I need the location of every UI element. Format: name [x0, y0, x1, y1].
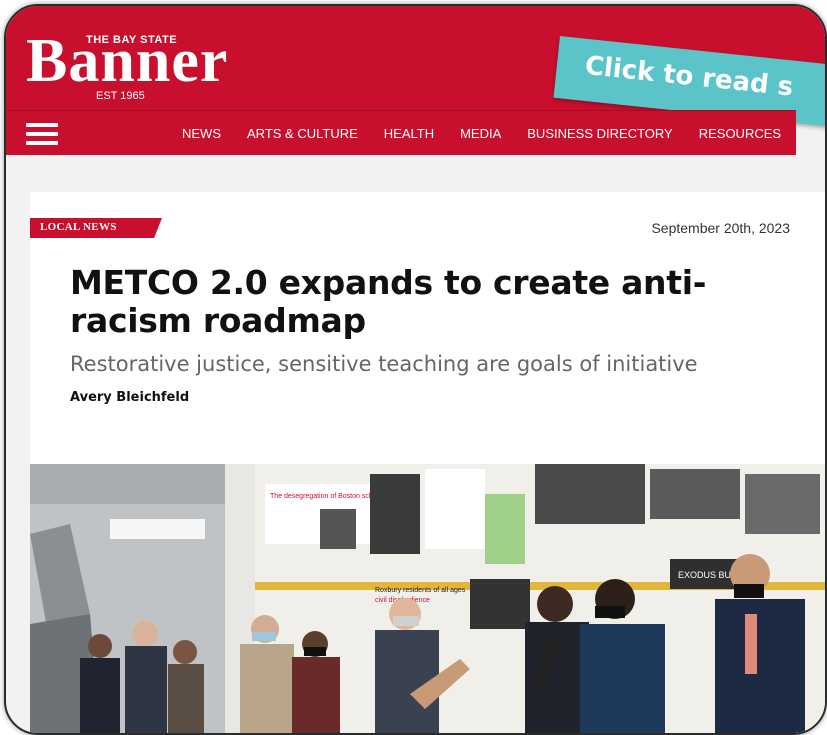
- category-tag[interactable]: LOCAL NEWS: [30, 218, 162, 238]
- svg-text:The desegregation of Boston sc: The desegregation of Boston schools: [270, 493, 386, 500]
- nav-item-news[interactable]: NEWS: [182, 126, 221, 141]
- nav-item-resources[interactable]: RESOURCES: [699, 126, 781, 141]
- article-author[interactable]: Avery Bleichfeld: [70, 390, 189, 405]
- site-header: Banner THE BAY STATE EST 1965 Click to r…: [6, 6, 825, 130]
- publish-date: September 20th, 2023: [651, 220, 790, 236]
- nav-item-business-directory[interactable]: BUSINESS DIRECTORY: [527, 126, 672, 141]
- category-label: LOCAL NEWS: [40, 221, 117, 233]
- browser-frame: Banner THE BAY STATE EST 1965 Click to r…: [4, 4, 827, 735]
- logo-established: EST 1965: [96, 90, 145, 102]
- article-subheadline: Restorative justice, sensitive teaching …: [70, 352, 698, 376]
- nav-item-media[interactable]: MEDIA: [460, 126, 501, 141]
- logo-tagline: THE BAY STATE: [86, 34, 178, 46]
- article-header-card: LOCAL NEWS September 20th, 2023 METCO 2.…: [30, 192, 825, 464]
- svg-text:EXODUS BUS: EXODUS BUS: [678, 570, 737, 580]
- svg-text:Roxbury residents of all ages: Roxbury residents of all ages: [375, 587, 466, 594]
- hamburger-icon[interactable]: [26, 123, 58, 145]
- nav-item-health[interactable]: HEALTH: [384, 126, 434, 141]
- press-event-photo-illustration: The desegregation of Boston schools EXOD…: [30, 464, 825, 733]
- article-headline: METCO 2.0 expands to create anti-racism …: [70, 263, 707, 340]
- main-nav: NEWS ARTS & CULTURE HEALTH MEDIA BUSINES…: [6, 110, 796, 155]
- nav-links: NEWS ARTS & CULTURE HEALTH MEDIA BUSINES…: [182, 111, 807, 155]
- article-hero-photo: The desegregation of Boston schools EXOD…: [30, 464, 825, 733]
- nav-item-arts-culture[interactable]: ARTS & CULTURE: [247, 126, 358, 141]
- promo-label: Click to read s: [583, 50, 795, 103]
